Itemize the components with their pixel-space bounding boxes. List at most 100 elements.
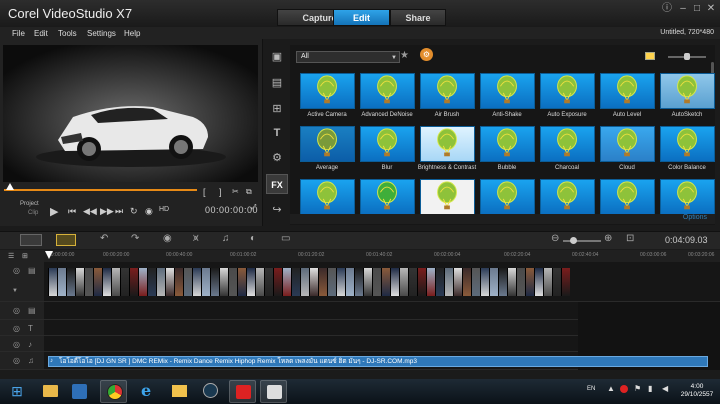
video-clip[interactable] (399, 268, 408, 296)
enlarge-icon[interactable]: ⤢ (251, 204, 257, 212)
mark-in-button[interactable]: [ (203, 187, 206, 197)
video-clip[interactable] (426, 268, 435, 296)
video-clip[interactable] (183, 268, 192, 296)
video-clip[interactable] (228, 268, 237, 296)
filter-thumbnail[interactable] (420, 179, 475, 215)
video-clip[interactable] (237, 268, 246, 296)
track-manager-icon[interactable]: ☰ (8, 252, 14, 260)
prev-frame-icon[interactable]: ◀◀ (83, 206, 97, 217)
filter-thumbnail[interactable] (540, 73, 595, 109)
video-clip[interactable] (111, 268, 120, 296)
filter-options-icon[interactable]: ⚙ (420, 48, 433, 61)
preview-screen[interactable] (3, 45, 258, 182)
repeat-icon[interactable]: ↻ (130, 206, 138, 217)
filter-thumbnail[interactable] (480, 126, 535, 162)
video-clip[interactable] (174, 268, 183, 296)
filter-thumbnail[interactable] (600, 126, 655, 162)
zoom-out-icon[interactable]: ⊖ (551, 233, 559, 244)
video-clip[interactable] (498, 268, 507, 296)
video-clip[interactable] (156, 268, 165, 296)
filter-thumbnail[interactable] (300, 179, 355, 215)
video-clip[interactable] (471, 268, 480, 296)
info-icon[interactable]: ⓘ (661, 3, 673, 15)
video-clip[interactable] (408, 268, 417, 296)
video-clip[interactable] (507, 268, 516, 296)
filter-thumbnail[interactable] (660, 73, 715, 109)
tray-arrow-icon[interactable]: ▲ (607, 384, 615, 393)
filter-thumbnail[interactable] (360, 73, 415, 109)
clock-time[interactable]: 4:00 (680, 383, 714, 390)
video-clip[interactable] (291, 268, 300, 296)
options-button[interactable]: Options (683, 214, 707, 221)
tray-record-icon[interactable] (620, 385, 628, 393)
auto-music-icon[interactable]: ♫ (222, 233, 230, 244)
copy-icon[interactable]: ⧉ (246, 187, 252, 197)
timeline-view-icon[interactable] (56, 234, 76, 246)
video-clip[interactable] (354, 268, 363, 296)
video-clip[interactable] (525, 268, 534, 296)
video-clip[interactable] (66, 268, 75, 296)
taskbar-explorer[interactable] (37, 380, 64, 403)
scrub-handle[interactable] (6, 183, 14, 190)
timeline-zoom-handle[interactable] (570, 237, 577, 244)
redo-icon[interactable]: ↷ (131, 233, 139, 244)
video-clip[interactable] (120, 268, 129, 296)
video-clip[interactable] (57, 268, 66, 296)
fit-project-icon[interactable]: ⊡ (626, 233, 634, 244)
filter-thumbnail[interactable] (480, 179, 535, 215)
instant-project-icon[interactable]: ▤ (266, 73, 288, 93)
video-clip[interactable] (192, 268, 201, 296)
video-clip[interactable] (480, 268, 489, 296)
filter-thumbnail[interactable] (420, 126, 475, 162)
video-clip[interactable] (255, 268, 264, 296)
tab-edit[interactable]: Edit (333, 9, 390, 26)
video-clip[interactable] (282, 268, 291, 296)
clip-mode-label[interactable]: Clip (28, 210, 38, 216)
video-clip[interactable] (246, 268, 255, 296)
video-clip[interactable] (453, 268, 462, 296)
taskbar-media-center[interactable] (66, 380, 93, 403)
video-clip[interactable] (336, 268, 345, 296)
tray-network-icon[interactable]: ▮ (648, 384, 652, 393)
filter-thumbnail[interactable] (360, 126, 415, 162)
taskbar-ie[interactable]: e (134, 380, 161, 403)
taskbar-recorder[interactable] (229, 380, 256, 403)
menu-file[interactable]: File (12, 29, 25, 38)
audio-clip[interactable]: โอโอดี้โอโอ [DJ GN SR ] DMC REMix - Remi… (48, 356, 708, 367)
filter-thumbnail[interactable] (540, 126, 595, 162)
tray-flag-icon[interactable]: ⚑ (634, 384, 641, 393)
home-icon[interactable]: ⏮ (68, 206, 76, 217)
tray-volume-icon[interactable]: ◀ (662, 384, 668, 393)
timeline-timecode[interactable]: 0:04:09.03 (665, 235, 708, 245)
minimize-icon[interactable]: – (677, 3, 689, 15)
mark-out-button[interactable]: ] (219, 187, 222, 197)
video-clip[interactable] (534, 268, 543, 296)
video-clip[interactable] (435, 268, 444, 296)
end-icon[interactable]: ⏭ (115, 206, 123, 217)
filter-thumbnail[interactable] (600, 179, 655, 215)
menu-help[interactable]: Help (124, 29, 140, 38)
split-icon[interactable]: ✂ (232, 187, 239, 196)
video-clip[interactable] (147, 268, 156, 296)
add-track-icon[interactable]: ⊞ (22, 252, 28, 260)
filter-thumbnail[interactable] (360, 179, 415, 215)
filter-thumbnail[interactable] (540, 179, 595, 215)
video-clip[interactable] (102, 268, 111, 296)
video-clip[interactable] (552, 268, 561, 296)
menu-settings[interactable]: Settings (87, 29, 116, 38)
filter-thumbnail[interactable] (300, 73, 355, 109)
voice-lock-icon[interactable]: ◎ (13, 340, 20, 349)
close-icon[interactable]: ✕ (705, 3, 717, 15)
sound-mixer-icon[interactable]: ⩙ (193, 233, 199, 244)
maximize-icon[interactable]: □ (691, 3, 703, 15)
filter-thumbnail[interactable] (660, 126, 715, 162)
transition-icon[interactable]: ⊞ (266, 99, 288, 119)
video-clip[interactable] (93, 268, 102, 296)
library-filter-select[interactable]: All ▼ (296, 51, 400, 63)
fx-filter-icon[interactable]: FX (266, 174, 288, 194)
path-icon[interactable]: ↪ (266, 200, 288, 220)
taskbar-steam[interactable] (197, 380, 224, 403)
video-clip[interactable] (48, 268, 57, 296)
video-clip[interactable] (84, 268, 93, 296)
taskbar-folder[interactable] (166, 380, 193, 403)
